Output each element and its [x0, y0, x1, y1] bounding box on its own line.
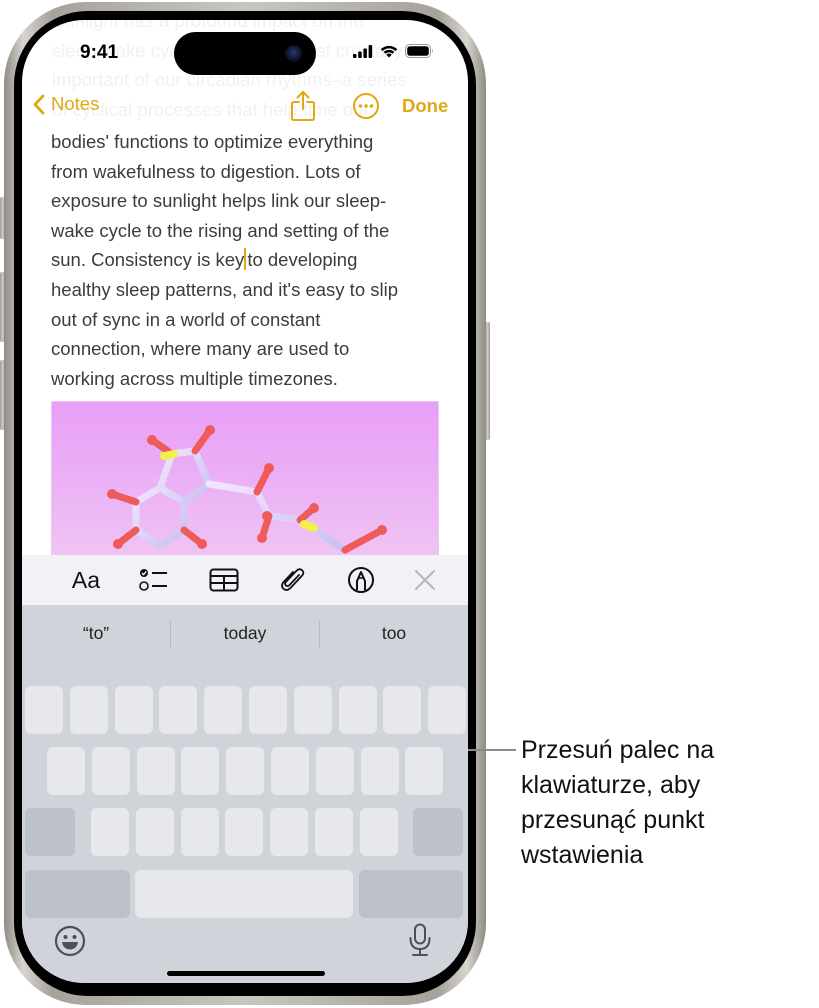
emoji-icon [54, 925, 86, 957]
text-before-cursor: sun. Consistency is key [51, 249, 245, 271]
letter-key[interactable] [293, 686, 332, 734]
suggestion-item[interactable]: “to” [22, 623, 170, 644]
status-time: 9:41 [80, 42, 119, 63]
emoji-button[interactable] [54, 925, 86, 957]
letter-key[interactable] [91, 747, 130, 795]
callout-line: wstawienia [521, 841, 644, 869]
letter-key[interactable] [181, 747, 220, 795]
more-options-button[interactable] [352, 92, 380, 120]
note-line-with-cursor: sun. Consistency is key to developing [51, 245, 441, 275]
notes-nav-bar: Notes Done [22, 90, 468, 124]
letter-key[interactable] [225, 808, 264, 856]
keyboard-trackpad[interactable]: “to” today too [22, 605, 468, 983]
battery-icon [405, 44, 433, 58]
letter-key[interactable] [226, 747, 265, 795]
space-key[interactable] [135, 870, 353, 918]
callout-line: klawiaturze, aby [521, 771, 701, 799]
microphone-icon [409, 923, 431, 956]
suggestion-item[interactable]: today [171, 623, 319, 644]
done-button[interactable]: Done [402, 95, 448, 117]
letter-key[interactable] [315, 808, 353, 856]
letter-key[interactable] [270, 808, 309, 856]
note-line: bodies' functions to optimize everything [51, 131, 374, 152]
attachment-paperclip-icon [281, 568, 305, 591]
home-indicator[interactable] [167, 971, 325, 976]
letter-key[interactable] [360, 747, 399, 795]
close-icon [415, 570, 435, 590]
note-line: wake cycle to the rising and setting of … [51, 219, 390, 241]
note-line: working across multiple timezones. [51, 367, 338, 389]
insertion-cursor[interactable] [244, 248, 247, 271]
cellular-signal-icon [353, 44, 373, 58]
letter-key[interactable] [204, 686, 243, 734]
letter-key[interactable] [338, 686, 377, 734]
delete-key[interactable] [413, 808, 463, 856]
return-key[interactable] [359, 870, 463, 918]
suggestion-item[interactable]: too [320, 623, 468, 644]
checklist-icon [139, 569, 167, 591]
letter-key[interactable] [25, 686, 63, 734]
molecule-image[interactable] [51, 401, 439, 561]
letter-key[interactable] [159, 686, 198, 734]
front-camera-icon [285, 45, 302, 62]
letter-key[interactable] [249, 686, 287, 734]
letter-key[interactable] [135, 808, 174, 856]
text-after-cursor: to developing [247, 249, 358, 271]
table-button[interactable] [208, 565, 240, 595]
note-line: healthy sleep patterns, and it's easy to… [51, 278, 399, 300]
note-body-text[interactable]: bodies' functions to optimize everything… [51, 127, 441, 393]
ellipsis-circle-icon [353, 93, 379, 119]
markup-pen-icon [348, 567, 374, 593]
callout-line: Przesuń palec na [521, 736, 715, 764]
letter-key[interactable] [114, 686, 153, 734]
markup-button[interactable] [346, 565, 376, 595]
attachment-button[interactable] [278, 565, 308, 595]
letter-key[interactable] [405, 747, 444, 795]
numbers-key[interactable] [25, 870, 130, 918]
shift-key[interactable] [25, 808, 75, 856]
note-line: out of sync in a world of constant [51, 308, 321, 330]
letter-key[interactable] [136, 747, 175, 795]
back-to-notes-button[interactable]: Notes [32, 93, 99, 115]
share-button[interactable] [290, 90, 316, 122]
letter-key[interactable] [91, 808, 129, 856]
letter-key[interactable] [315, 747, 354, 795]
share-icon [291, 91, 315, 121]
note-line: from wakefulness to digestion. Lots of [51, 160, 361, 182]
phone-screen: Sunlight has a profound impact on the sl… [22, 20, 468, 983]
table-icon [209, 568, 239, 592]
letter-key[interactable] [428, 686, 467, 734]
letter-key[interactable] [180, 808, 219, 856]
format-toolbar: Aa [22, 555, 468, 605]
text-format-button[interactable]: Aa [66, 565, 106, 595]
dictation-button[interactable] [408, 923, 432, 957]
letter-key[interactable] [69, 686, 108, 734]
chevron-left-icon [33, 94, 45, 114]
callout-line: przesunąć punkt [521, 806, 705, 834]
callout-annotation: Przesuń palec na klawiaturze, aby przesu… [521, 733, 811, 873]
close-toolbar-button[interactable] [412, 565, 438, 595]
letter-key[interactable] [47, 747, 85, 795]
note-line: exposure to sunlight helps link our slee… [51, 190, 387, 212]
status-icons [353, 44, 434, 58]
back-label: Notes [51, 93, 100, 114]
note-line: connection, where many are used to [51, 338, 350, 360]
predictive-suggestions: “to” today too [22, 605, 468, 663]
checklist-button[interactable] [138, 565, 170, 595]
wifi-icon [380, 45, 398, 57]
letter-key[interactable] [359, 808, 398, 856]
letter-key[interactable] [383, 686, 422, 734]
molecule-illustration [107, 425, 387, 554]
letter-key[interactable] [271, 747, 309, 795]
dynamic-island [174, 32, 316, 75]
